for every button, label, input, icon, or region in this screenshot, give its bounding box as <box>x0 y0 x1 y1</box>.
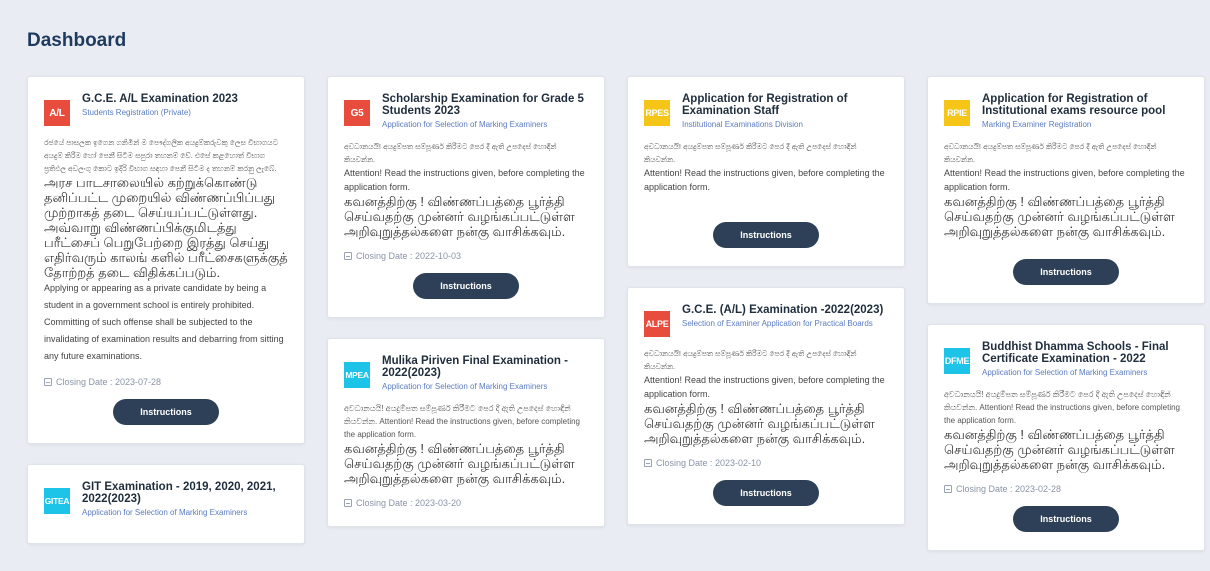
notice-english: Attention! Read the instructions given, … <box>644 375 885 399</box>
exam-badge: GITEA <box>44 488 70 514</box>
notice-tamil: கவனத்திற்கு ! விண்ணப்பத்தை பூர்த்தி செய்… <box>344 194 575 239</box>
closing-date-text: Closing Date : 2023-07-28 <box>56 377 162 387</box>
notice-sinhala-english: අවධානයයි! අයදුම්පත සම්පූර්ණ කිරීමට පෙර ද… <box>344 404 580 439</box>
calendar-icon <box>44 378 52 386</box>
exam-badge: DFME <box>944 348 970 374</box>
exam-card-mulika-piriven[interactable]: MPEA Mulika Piriven Final Examination - … <box>327 338 605 527</box>
instructions-button[interactable]: Instructions <box>713 480 819 506</box>
instructions-button[interactable]: Instructions <box>413 273 519 299</box>
instructions-button[interactable]: Instructions <box>1013 259 1119 285</box>
exam-badge: ALPE <box>644 311 670 337</box>
card-subtitle: Marking Examiner Registration <box>982 120 1092 129</box>
exam-card-al-2023[interactable]: A/L G.C.E. A/L Examination 2023 Students… <box>27 76 305 444</box>
notice-english: Attention! Read the instructions given, … <box>344 168 585 192</box>
closing-date: Closing Date : 2023-02-28 <box>944 484 1188 494</box>
notice-sinhala: අවධානයයි! අයදුම්පත සම්පූර්ණ කිරීමට පෙර ද… <box>344 142 557 164</box>
card-title[interactable]: G.C.E. A/L Examination 2023 <box>82 93 288 105</box>
dashboard-column-3: RPES Application for Registration of Exa… <box>627 76 905 545</box>
exam-card-registration-staff[interactable]: RPES Application for Registration of Exa… <box>627 76 905 267</box>
notice-sinhala: අවධානයයි! අයදුම්පත සම්පූර්ණ කිරීමට පෙර ද… <box>944 142 1157 164</box>
exam-card-dhamma-schools[interactable]: DFME Buddhist Dhamma Schools - Final Cer… <box>927 324 1205 551</box>
exam-badge: A/L <box>44 100 70 126</box>
closing-date-text: Closing Date : 2023-02-28 <box>956 484 1062 494</box>
closing-date: Closing Date : 2023-02-10 <box>644 458 888 468</box>
closing-date: Closing Date : 2022-10-03 <box>344 251 588 261</box>
page-title: Dashboard <box>27 30 127 51</box>
card-subtitle: Application for Selection of Marking Exa… <box>382 120 548 129</box>
card-subtitle: Selection of Examiner Application for Pr… <box>682 319 873 328</box>
notice-tamil: கவனத்திற்கு ! விண்ணப்பத்தை பூர்த்தி செய்… <box>344 441 575 486</box>
notice-sinhala: අවධානයයි! අයදුම්පත සම්පූර්ණ කිරීමට පෙර ද… <box>644 349 857 371</box>
card-title[interactable]: Buddhist Dhamma Schools - Final Certific… <box>982 341 1188 365</box>
notice-english: Attention! Read the instructions given, … <box>944 168 1185 192</box>
notice-tamil: கவனத்திற்கு ! விண்ணப்பத்தை பூர்த்தி செய்… <box>944 427 1175 472</box>
notice-tamil: கவனத்திற்கு ! விண்ணப்பத்தை பூர்த்தி செய்… <box>644 401 875 446</box>
exam-card-grade5[interactable]: G5 Scholarship Examination for Grade 5 S… <box>327 76 605 318</box>
exam-card-git[interactable]: GITEA GIT Examination - 2019, 2020, 2021… <box>27 464 305 544</box>
closing-date: Closing Date : 2023-03-20 <box>344 498 588 508</box>
card-subtitle: Application for Selection of Marking Exa… <box>382 382 548 391</box>
closing-date-text: Closing Date : 2023-03-20 <box>356 498 462 508</box>
calendar-icon <box>944 485 952 493</box>
dashboard-column-4: RPIE Application for Registration of Ins… <box>927 76 1205 571</box>
instructions-button[interactable]: Instructions <box>713 222 819 248</box>
instructions-button[interactable]: Instructions <box>1013 506 1119 532</box>
card-title[interactable]: Application for Registration of Examinat… <box>682 93 888 117</box>
closing-date-text: Closing Date : 2023-02-10 <box>656 458 762 468</box>
dashboard-column-2: G5 Scholarship Examination for Grade 5 S… <box>327 76 605 547</box>
closing-date: Closing Date : 2023-07-28 <box>44 377 288 387</box>
card-subtitle: Application for Selection of Marking Exa… <box>982 368 1148 377</box>
exam-card-resource-pool[interactable]: RPIE Application for Registration of Ins… <box>927 76 1205 304</box>
exam-badge: MPEA <box>344 362 370 388</box>
notice-sinhala: රජයේ පාසලක ඉගෙන ගනිමින් ම පෞද්ගලික අයදුම… <box>44 138 278 173</box>
exam-card-al-practical[interactable]: ALPE G.C.E. (A/L) Examination -2022(2023… <box>627 287 905 525</box>
exam-badge: RPES <box>644 100 670 126</box>
exam-badge: G5 <box>344 100 370 126</box>
notice-sinhala-english: අවධානයයි! අයදුම්පත සම්පූර්ණ කිරීමට පෙර ද… <box>944 390 1180 425</box>
notice-sinhala: අවධානයයි! අයදුම්පත සම්පූර්ණ කිරීමට පෙර ද… <box>644 142 857 164</box>
notice-english: Attention! Read the instructions given, … <box>644 168 885 192</box>
card-title[interactable]: G.C.E. (A/L) Examination -2022(2023) <box>682 304 888 316</box>
instructions-button[interactable]: Instructions <box>113 399 219 425</box>
card-title[interactable]: GIT Examination - 2019, 2020, 2021, 2022… <box>82 481 288 505</box>
card-title[interactable]: Application for Registration of Institut… <box>982 93 1188 117</box>
notice-tamil: அரச பாடசாலையில் கற்றுக்கொண்டு தனிப்பட்ட … <box>44 175 288 280</box>
dashboard-column-1: A/L G.C.E. A/L Examination 2023 Students… <box>27 76 305 564</box>
notice-tamil: கவனத்திற்கு ! விண்ணப்பத்தை பூர்த்தி செய்… <box>944 194 1175 239</box>
card-subtitle: Application for Selection of Marking Exa… <box>82 508 248 517</box>
calendar-icon <box>644 459 652 467</box>
closing-date-text: Closing Date : 2022-10-03 <box>356 251 462 261</box>
card-title[interactable]: Scholarship Examination for Grade 5 Stud… <box>382 93 588 117</box>
calendar-icon <box>344 252 352 260</box>
exam-badge: RPIE <box>944 100 970 126</box>
card-subtitle: Institutional Examinations Division <box>682 120 803 129</box>
calendar-icon <box>344 499 352 507</box>
card-subtitle: Students Registration (Private) <box>82 108 191 117</box>
notice-english: Applying or appearing as a private candi… <box>44 283 284 361</box>
card-title[interactable]: Mulika Piriven Final Examination - 2022(… <box>382 355 588 379</box>
